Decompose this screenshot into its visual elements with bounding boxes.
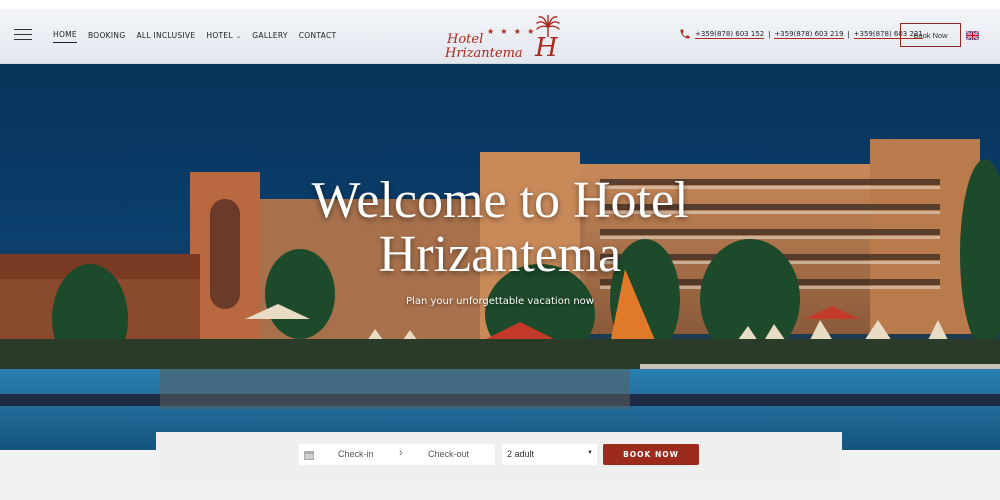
hero-title-line2: Hrizantema <box>378 226 622 283</box>
hamburger-menu-icon[interactable] <box>14 29 32 41</box>
nav-gallery[interactable]: GALLERY <box>252 31 287 43</box>
top-strip <box>0 0 1000 9</box>
nav-all-inclusive[interactable]: ALL INCLUSIVE <box>136 31 195 43</box>
nav-hotel[interactable]: HOTEL ⌄ <box>206 31 241 43</box>
logo-stars: ★ ★ ★ ★ <box>487 27 537 36</box>
header-book-now-button[interactable]: Book Now <box>900 23 961 47</box>
guests-select[interactable]: 2 adult ▼ <box>502 444 597 465</box>
check-in-field[interactable]: Check-in <box>338 449 374 459</box>
calendar-icon <box>304 450 314 460</box>
caret-down-icon: ▼ <box>587 450 593 456</box>
hero-title: Welcome to Hotel Hrizantema <box>0 174 1000 282</box>
phone-separator: | <box>847 29 850 39</box>
page: HOME BOOKING ALL INCLUSIVE HOTEL ⌄ GALLER… <box>0 0 1000 500</box>
nav-contact[interactable]: CONTACT <box>299 31 337 43</box>
phone-separator: | <box>768 29 771 39</box>
check-out-field[interactable]: Check-out <box>428 449 469 459</box>
book-now-button[interactable]: BOOK NOW <box>603 444 699 465</box>
hero-title-line1: Welcome to Hotel <box>311 172 689 229</box>
logo-line2: Hrizantema <box>445 46 523 61</box>
date-range-picker[interactable]: Check-in › Check-out <box>299 444 495 465</box>
nav-hotel-label: HOTEL <box>206 30 233 40</box>
nav-booking[interactable]: BOOKING <box>88 31 125 43</box>
hero-subtitle: Plan your unforgettable vacation now <box>406 296 594 307</box>
chevron-down-icon: ⌄ <box>235 32 242 40</box>
phone-numbers: +359(878) 603 152 | +359(878) 603 219 | … <box>679 28 923 40</box>
hotel-logo[interactable]: ★ ★ ★ ★ Hotel Hrizantema H <box>442 13 564 63</box>
logo-line1: Hotel <box>447 32 484 47</box>
main-nav: HOME BOOKING ALL INCLUSIVE HOTEL ⌄ GALLER… <box>53 30 336 43</box>
phone-link-1[interactable]: +359(878) 603 152 <box>695 30 765 39</box>
chevron-right-icon: › <box>399 447 403 459</box>
guests-select-value: 2 adult <box>507 449 535 459</box>
nav-home[interactable]: HOME <box>53 30 77 43</box>
phone-link-2[interactable]: +359(878) 603 219 <box>774 30 844 39</box>
site-header: HOME BOOKING ALL INCLUSIVE HOTEL ⌄ GALLER… <box>0 9 1000 64</box>
logo-monogram: H <box>535 33 558 63</box>
booking-bar: Check-in › Check-out 2 adult ▼ BOOK NOW <box>156 432 842 478</box>
hero-section: Welcome to Hotel Hrizantema Plan your un… <box>0 64 1000 450</box>
phone-icon <box>680 29 690 39</box>
uk-flag-icon[interactable] <box>966 31 979 40</box>
